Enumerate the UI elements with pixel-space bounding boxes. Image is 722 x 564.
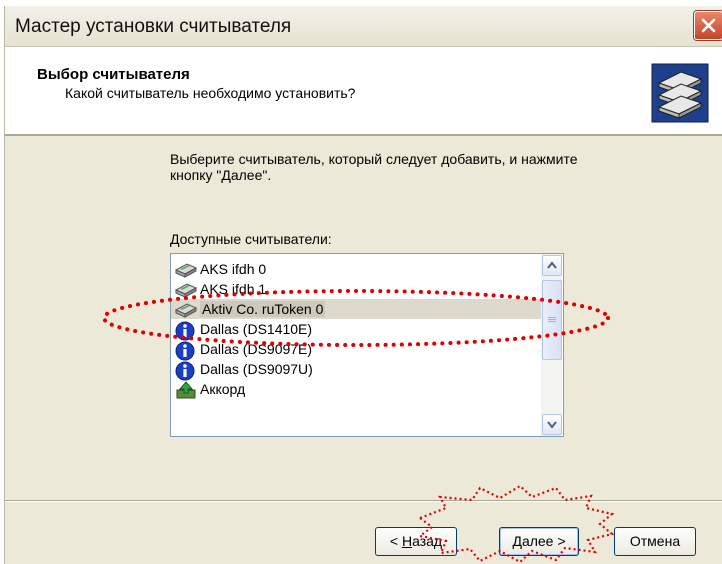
back-button-mnemonic: Н: [401, 533, 413, 549]
reader-list-item[interactable]: Aktiv Co. ruToken 0: [171, 299, 541, 319]
scroll-down-button[interactable]: [542, 414, 562, 435]
back-button-prefix: <: [389, 533, 402, 549]
title-bar[interactable]: Мастер установки считывателя: [5, 6, 722, 47]
cancel-button-label: Отмена: [629, 533, 681, 549]
reader-label: AKS ifdh 0: [200, 261, 267, 277]
info-icon: [175, 341, 197, 361]
scroll-up-button[interactable]: [542, 255, 562, 276]
info-icon: [175, 361, 197, 381]
green-arrow-icon: [175, 381, 197, 399]
readers-listbox[interactable]: AKS ifdh 0 AKS ifdh 1 Aktiv Co. ruToken 0 D…: [170, 253, 564, 437]
reader-label: Аккорд: [200, 381, 246, 397]
chevron-down-icon: [547, 421, 557, 429]
card-reader-icon: [174, 301, 198, 319]
reader-list-item[interactable]: Dallas (DS9097E): [171, 339, 541, 361]
page-title: Выбор считывателя: [37, 66, 190, 83]
card-reader-icon: [174, 281, 198, 299]
setup-wizard-window: Мастер установки считывателя Выбор считы…: [4, 6, 722, 564]
page-subtitle: Какой считыватель необходимо установить?: [65, 85, 356, 101]
close-button[interactable]: [694, 11, 722, 40]
cancel-button[interactable]: Отмена: [614, 527, 696, 556]
info-icon: [175, 321, 197, 341]
close-icon: [701, 18, 716, 33]
reader-list-item[interactable]: AKS ifdh 1: [171, 279, 541, 299]
next-button[interactable]: Далее >: [499, 527, 579, 556]
back-button[interactable]: < Назад: [375, 527, 457, 556]
reader-label: Dallas (DS9097U): [200, 361, 313, 377]
instruction-text: Выберите считыватель, который следует до…: [170, 151, 578, 183]
scroll-thumb[interactable]: [542, 280, 562, 360]
reader-label: Dallas (DS9097E): [200, 341, 313, 357]
wizard-header: Выбор считывателя Какой считыватель необ…: [5, 47, 722, 136]
reader-label: Aktiv Co. ruToken 0: [200, 301, 326, 317]
button-separator: [5, 500, 722, 502]
next-button-mnemonic: Д: [512, 533, 522, 549]
next-button-label: алее >: [521, 533, 566, 549]
reader-list-item[interactable]: Dallas (DS1410E): [171, 319, 541, 341]
reader-list-item[interactable]: Dallas (DS9097U): [171, 359, 541, 381]
reader-label: Dallas (DS1410E): [200, 321, 313, 337]
reader-list-item[interactable]: Аккорд: [171, 379, 541, 399]
vertical-scrollbar[interactable]: [541, 254, 562, 436]
available-readers-label: Доступные считыватели:: [170, 231, 332, 247]
reader-label: AKS ifdh 1: [200, 281, 267, 297]
window-title: Мастер установки считывателя: [15, 16, 292, 37]
back-button-label: азад: [412, 533, 443, 549]
card-reader-icon: [174, 261, 198, 279]
reader-list-item[interactable]: AKS ifdh 0: [171, 259, 541, 279]
chevron-up-icon: [547, 261, 557, 269]
reader-stack-icon: [651, 63, 709, 123]
